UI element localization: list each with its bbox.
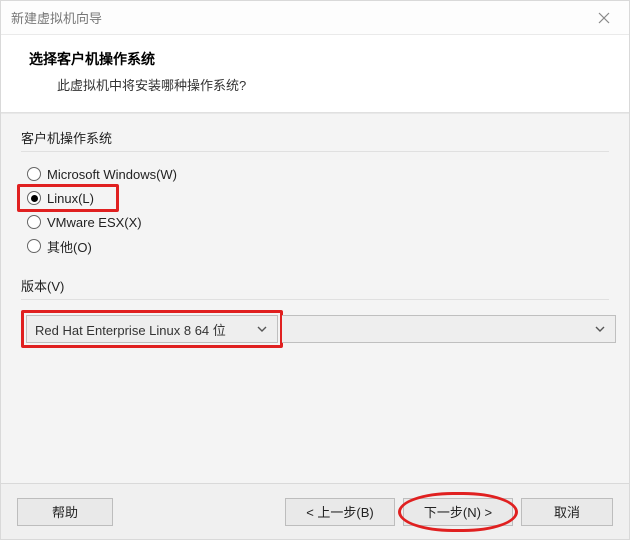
version-dropdown-value: Red Hat Enterprise Linux 8 64 位 (35, 320, 226, 339)
radio-icon (27, 167, 41, 181)
radio-icon (27, 191, 41, 205)
radio-icon (27, 215, 41, 229)
radio-label: Linux(L) (47, 191, 94, 206)
radio-option-linux[interactable]: Linux(L) (27, 186, 609, 210)
radio-option-windows[interactable]: Microsoft Windows(W) (27, 162, 609, 186)
chevron-down-icon (253, 320, 271, 338)
close-icon (598, 12, 610, 24)
chevron-down-icon (591, 320, 609, 338)
cancel-button[interactable]: 取消 (521, 498, 613, 526)
button-label: 取消 (554, 502, 580, 521)
wizard-body: 客户机操作系统 Microsoft Windows(W) Linux(L) VM… (1, 113, 629, 483)
radio-label: VMware ESX(X) (47, 215, 142, 230)
section-underline (21, 151, 609, 152)
back-button[interactable]: < 上一步(B) (285, 498, 395, 526)
window-title: 新建虚拟机向导 (11, 8, 589, 27)
guest-os-radio-group: Microsoft Windows(W) Linux(L) VMware ESX… (21, 162, 609, 258)
annotation-highlight-version: Red Hat Enterprise Linux 8 64 位 (21, 310, 283, 348)
button-bar: 帮助 < 上一步(B) 下一步(N) > 取消 (1, 483, 629, 539)
version-section: 版本(V) Red Hat Enterprise Linux 8 64 位 (21, 276, 609, 348)
button-label: 帮助 (52, 502, 78, 521)
header-subtitle: 此虚拟机中将安装哪种操作系统? (29, 75, 601, 94)
version-dropdown[interactable]: Red Hat Enterprise Linux 8 64 位 (26, 315, 278, 343)
close-button[interactable] (589, 6, 619, 30)
wizard-header: 选择客户机操作系统 此虚拟机中将安装哪种操作系统? (1, 35, 629, 112)
next-button[interactable]: 下一步(N) > (403, 498, 513, 526)
wizard-window: 新建虚拟机向导 选择客户机操作系统 此虚拟机中将安装哪种操作系统? 客户机操作系… (0, 0, 630, 540)
radio-label: 其他(O) (47, 237, 92, 256)
header-title: 选择客户机操作系统 (29, 49, 601, 69)
titlebar: 新建虚拟机向导 (1, 1, 629, 35)
section-underline (21, 299, 609, 300)
radio-icon (27, 239, 41, 253)
radio-option-other[interactable]: 其他(O) (27, 234, 609, 258)
radio-label: Microsoft Windows(W) (47, 167, 177, 182)
version-dropdown-extension[interactable] (282, 315, 616, 343)
version-section-label: 版本(V) (21, 276, 609, 295)
help-button[interactable]: 帮助 (17, 498, 113, 526)
guest-os-section-label: 客户机操作系统 (21, 128, 609, 147)
button-label: < 上一步(B) (306, 502, 374, 521)
button-label: 下一步(N) > (424, 502, 492, 521)
radio-option-vmware-esx[interactable]: VMware ESX(X) (27, 210, 609, 234)
